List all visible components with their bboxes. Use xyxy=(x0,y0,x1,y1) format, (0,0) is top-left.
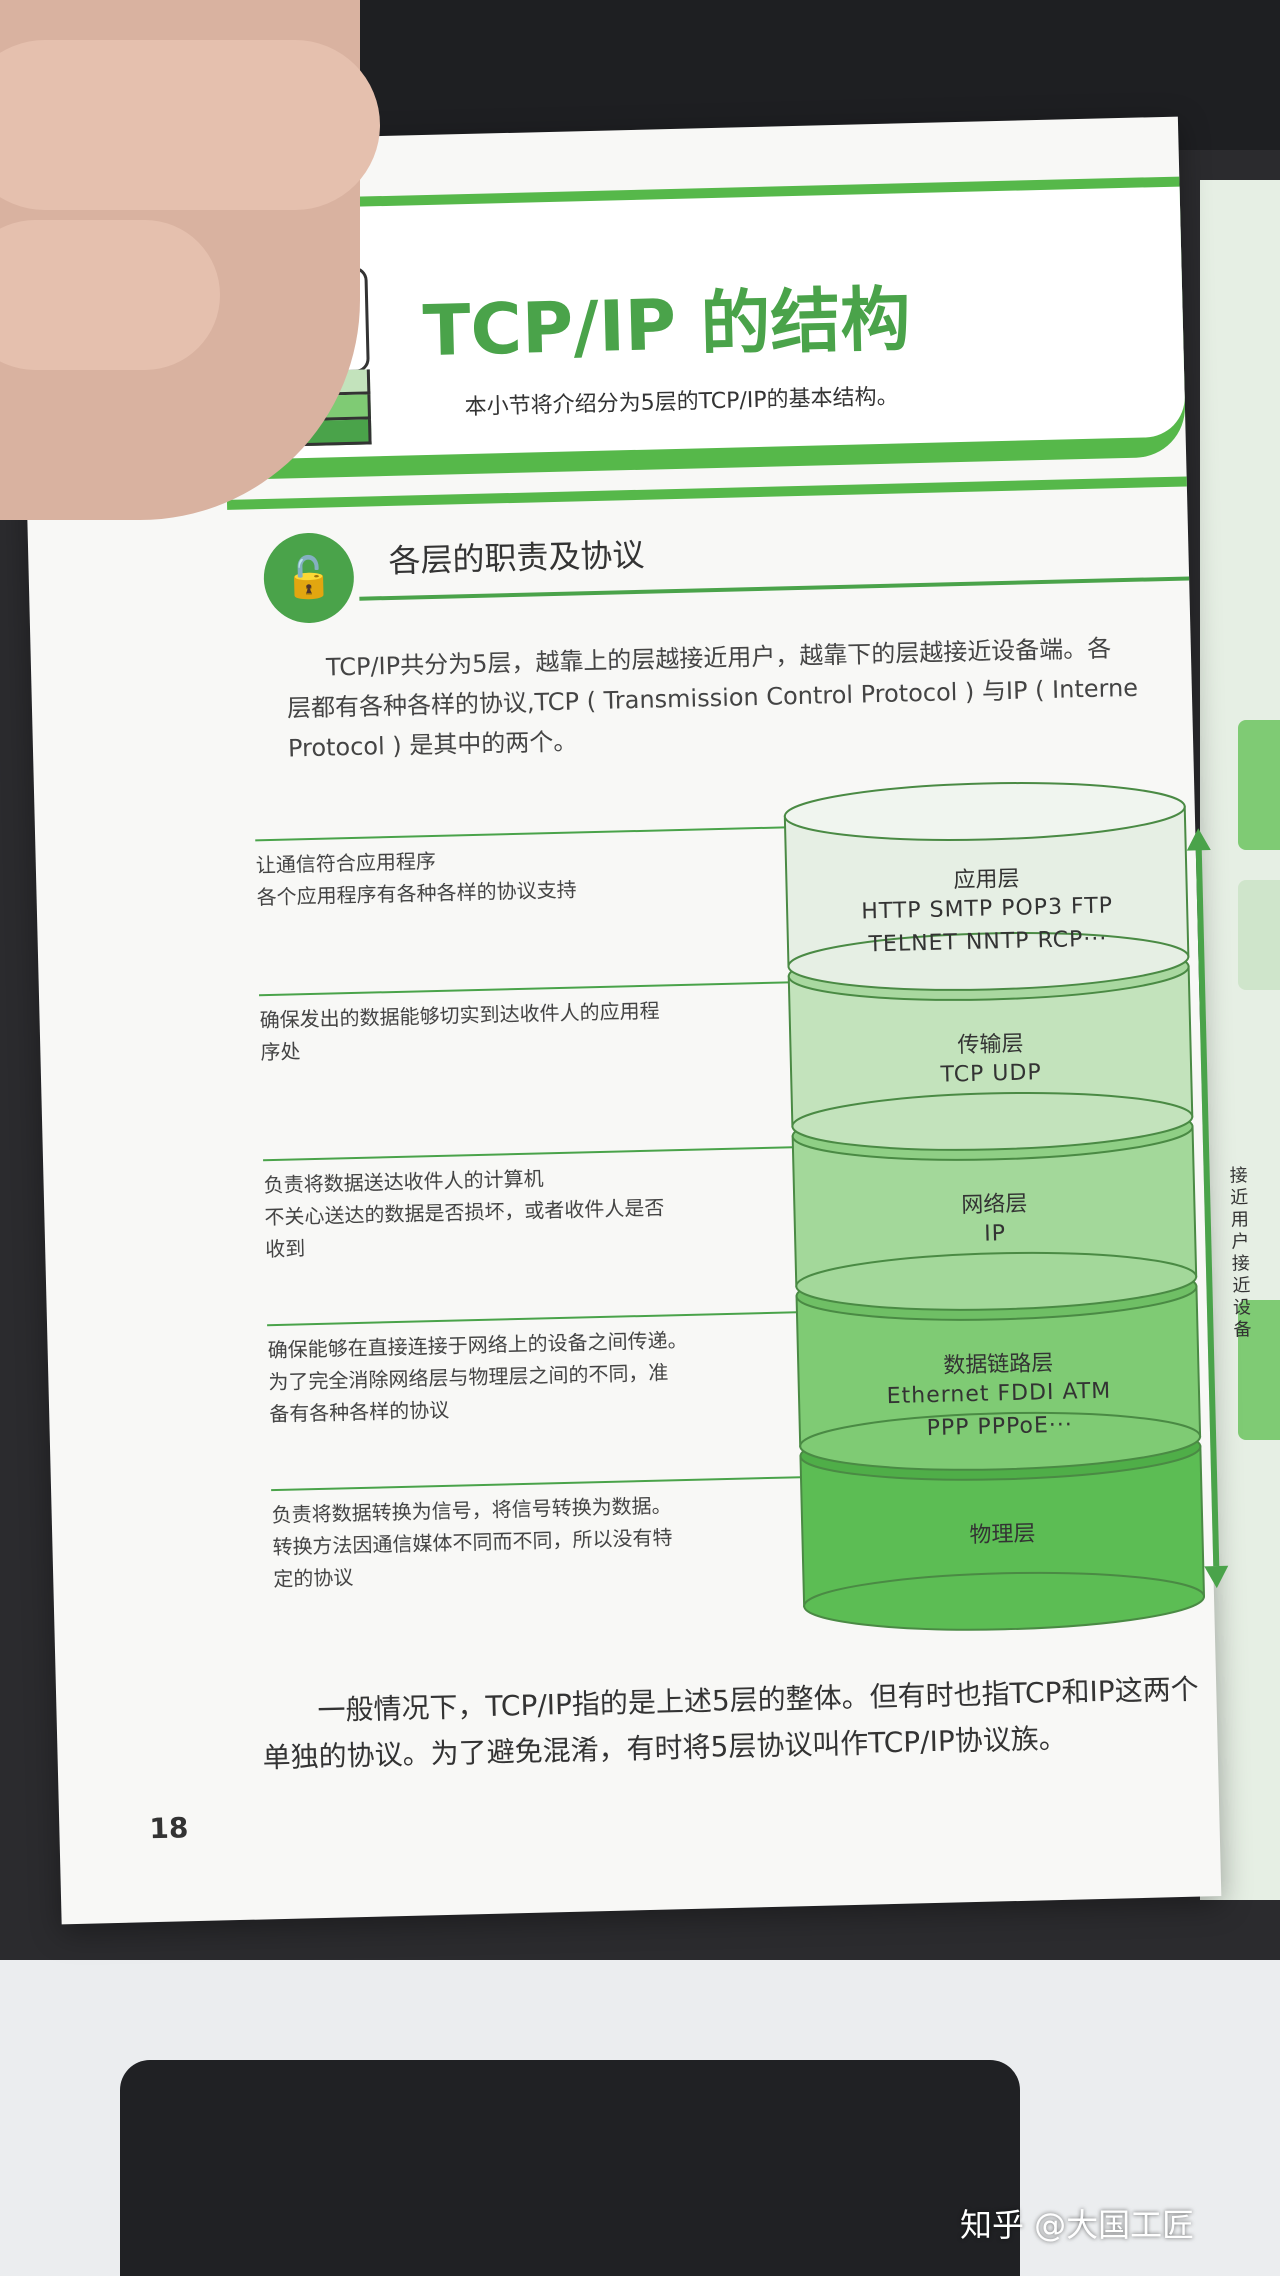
page-title: TCP/IP 的结构 xyxy=(421,278,912,373)
intro-paragraph: TCP/IP共分为5层，越靠上的层越接近用户，越靠下的层越接近设备端。各 层都有… xyxy=(286,627,1189,769)
finger xyxy=(0,40,380,210)
bottom-paragraph: 一般情况下，TCP/IP指的是上述5层的整体。但有时也指TCP和IP这两个 单独… xyxy=(261,1666,1223,1781)
side-arrow-label: 接近用户接近设备 xyxy=(1229,1165,1252,1341)
arrow-down-icon xyxy=(1204,1565,1229,1589)
section-title: 各层的职责及协议 xyxy=(388,535,645,580)
layer-description-datalink: 确保能够在直接连接于网络上的设备之间传递。 为了完全消除网络层与物理层之间的不同… xyxy=(267,1322,769,1430)
layer-description-physical: 负责将数据转换为信号，将信号转换为数据。 转换方法因通信媒体不同而不同，所以没有… xyxy=(271,1487,773,1595)
next-page-box xyxy=(1238,880,1280,990)
watermark: 知乎 @大国工匠 xyxy=(960,2206,1195,2244)
lock-icon: 🔓 xyxy=(262,531,355,625)
layer-description-network: 负责将数据送达收件人的计算机 不关心送达的数据是否损坏，或者收件人是否 收到 xyxy=(263,1157,765,1265)
section-rule xyxy=(359,576,1190,601)
layer-description-application: 让通信符合应用程序 各个应用程序有各种各样的协议支持 xyxy=(255,837,756,913)
background-object xyxy=(120,2060,1020,2276)
finger xyxy=(0,220,220,370)
page-number: 18 xyxy=(148,1811,189,1846)
header-rule xyxy=(226,476,1187,510)
layer-description-transport: 确保发出的数据能够切实到达收件人的应用程 序处 xyxy=(259,992,760,1068)
next-page-box xyxy=(1238,720,1280,850)
